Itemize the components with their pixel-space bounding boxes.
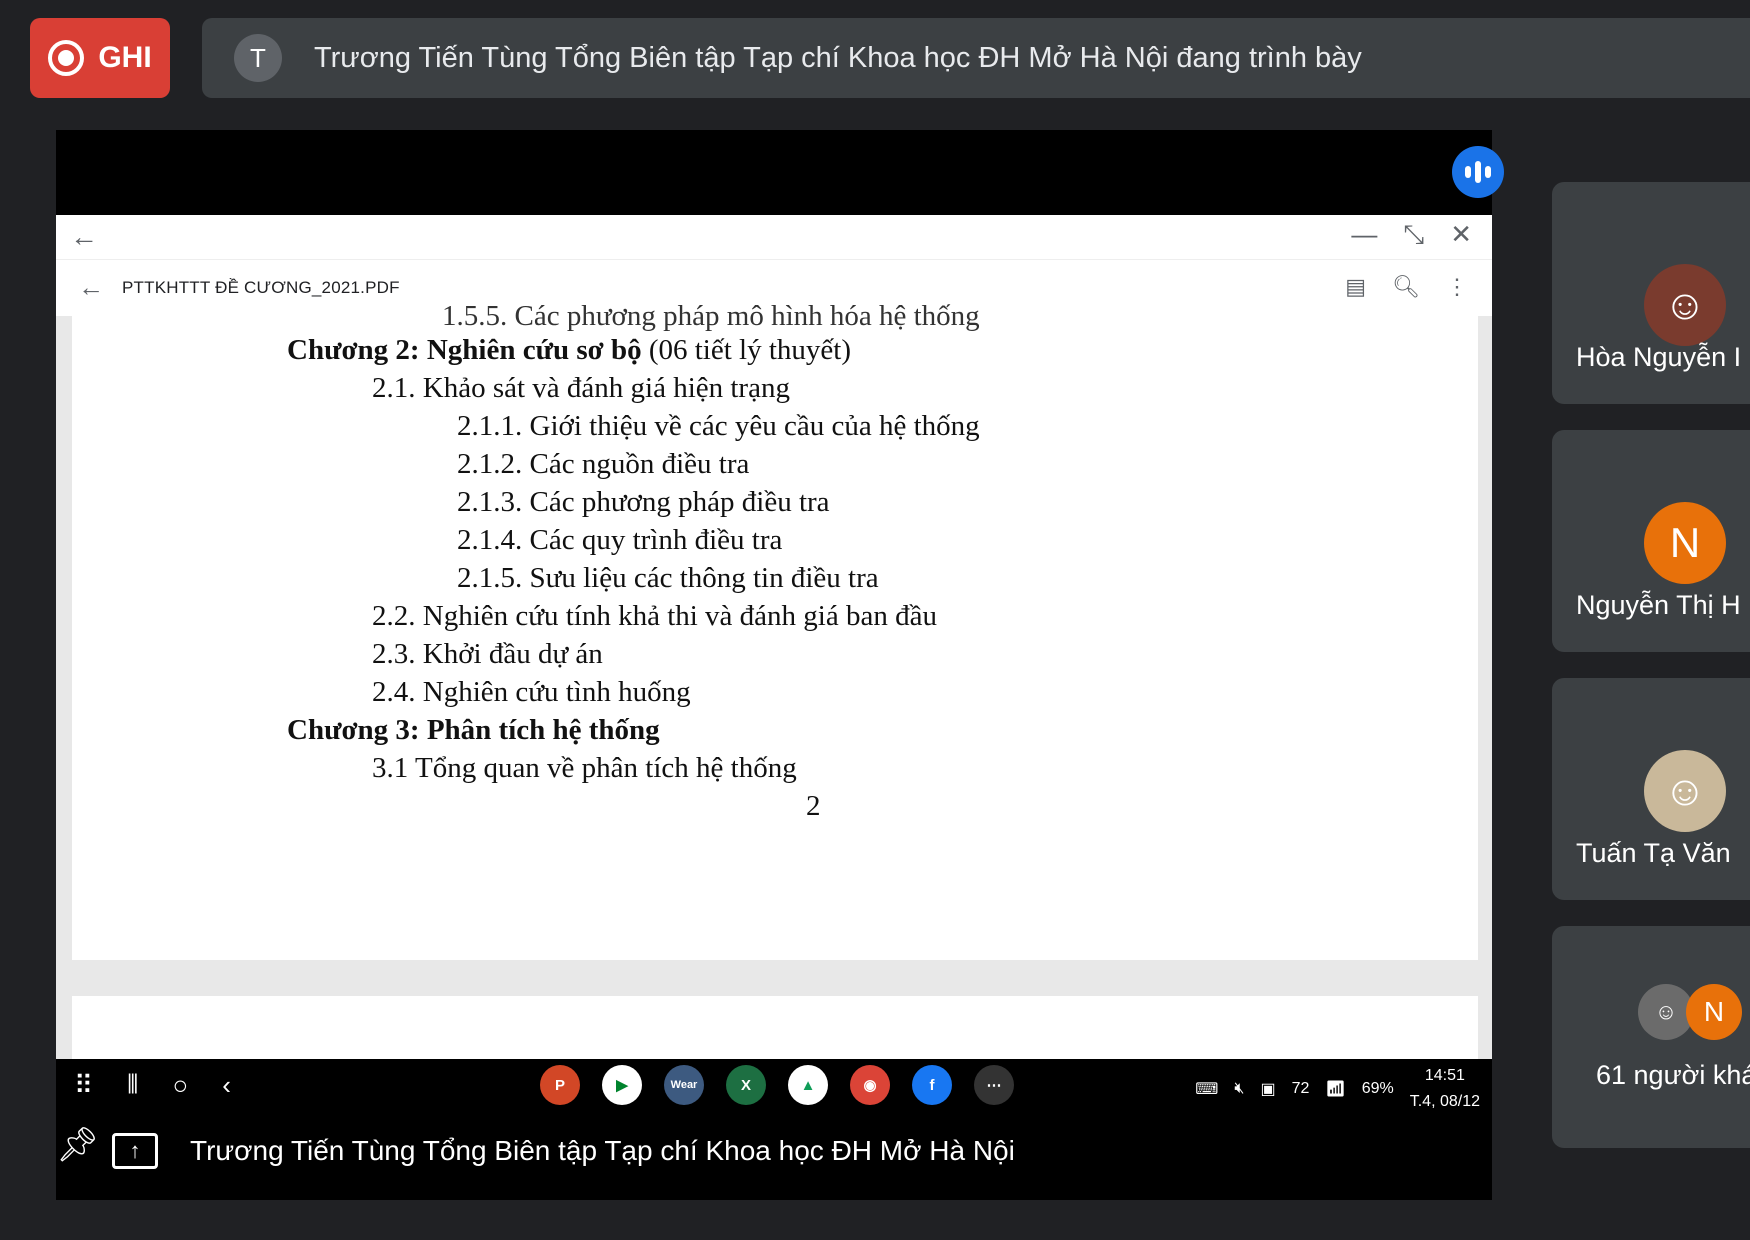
- pdf-page: 1.5.5. Các phương pháp mô hình hóa hệ th…: [72, 300, 1478, 960]
- window-back-icon[interactable]: ←: [70, 221, 98, 253]
- more-participants-label: 61 người khá: [1596, 1060, 1750, 1090]
- avatar: N: [1644, 502, 1726, 584]
- doc-line: 2.4. Nghiên cứu tình huống: [372, 676, 691, 708]
- pin-icon[interactable]: 📌︎: [56, 1125, 99, 1165]
- doc-chapter-2: Chương 2: Nghiên cứu sơ bộ (06 tiết lý t…: [287, 334, 851, 367]
- doc-line: 2.1. Khảo sát và đánh giá hiện trạng: [372, 372, 790, 404]
- doc-chapter-3: Chương 3: Phân tích hệ thống: [287, 714, 660, 746]
- excel-icon[interactable]: X: [726, 1065, 766, 1105]
- doc-chapter-2-title: Chương 2: Nghiên cứu sơ bộ: [287, 334, 642, 366]
- audio-indicator-icon: [1452, 146, 1504, 198]
- facebook-icon[interactable]: f: [912, 1065, 952, 1105]
- mute-icon: 🔇︎: [1234, 1080, 1245, 1097]
- pdf-filename: PTTKHTTT ĐỀ CƯƠNG_2021.PDF: [122, 278, 400, 297]
- avatar: ☺: [1644, 264, 1726, 346]
- presenter-caption-bar: 📌︎ ↑ Trương Tiến Tùng Tổng Biên tập Tạp …: [56, 1113, 1492, 1200]
- pdf-next-page: [72, 996, 1478, 1059]
- app-drawer-icon[interactable]: ⠿: [74, 1070, 93, 1101]
- record-button[interactable]: GHI: [30, 18, 170, 98]
- pdf-viewer-window: ← — ⤡ ✕ ← PTTKHTTT ĐỀ CƯƠNG_2021.PDF ▤ 🔍…: [56, 215, 1492, 1059]
- record-label: GHI: [98, 41, 152, 74]
- minimize-icon[interactable]: —: [1351, 219, 1377, 251]
- search-doc-icon[interactable]: 🔍︎: [1392, 274, 1420, 300]
- comment-icon[interactable]: ▤: [1345, 274, 1366, 300]
- avatar: ☺: [1644, 750, 1726, 832]
- notification-count: 72: [1291, 1080, 1310, 1097]
- share-screen-icon[interactable]: ↑: [112, 1133, 158, 1169]
- page-number: 2: [806, 790, 821, 822]
- record-icon: [48, 40, 85, 76]
- clock: 14:51 T.4, 08/12: [1410, 1063, 1480, 1115]
- participant-name: Hòa Nguyễn I: [1576, 342, 1742, 372]
- presenter-text: Trương Tiến Tùng Tổng Biên tập Tạp chí K…: [314, 41, 1362, 74]
- nav-back-icon[interactable]: ‹: [222, 1070, 231, 1101]
- presenter-banner: T Trương Tiến Tùng Tổng Biên tập Tạp chí…: [202, 18, 1750, 98]
- doc-line: 3.1 Tổng quan về phân tích hệ thống: [372, 752, 797, 784]
- signal-icon: 📶︎: [1325, 1081, 1346, 1098]
- doc-line: 2.1.2. Các nguồn điều tra: [457, 448, 750, 480]
- keyboard-icon: ⌨: [1195, 1081, 1219, 1098]
- app-dock: P ▶ Wear X ▲ ◉ f ⋯: [540, 1065, 1014, 1105]
- window-titlebar: ← — ⤡ ✕: [56, 215, 1492, 260]
- battery-level: 69%: [1361, 1080, 1394, 1097]
- clock-date: T.4, 08/12: [1409, 1093, 1480, 1110]
- device-taskbar: ⠿ ⦀ ○ ‹ P ▶ Wear X ▲ ◉ f ⋯ ⌨ 🔇︎ ▣ 72 📶︎ …: [56, 1059, 1492, 1113]
- meet-icon[interactable]: ▶: [602, 1065, 642, 1105]
- screen-capture-icon: ▣: [1260, 1081, 1276, 1098]
- chrome-icon[interactable]: ◉: [850, 1065, 890, 1105]
- doc-line: 2.1.3. Các phương pháp điều tra: [457, 486, 830, 518]
- home-icon[interactable]: ○: [173, 1070, 189, 1101]
- participant-tile[interactable]: ☺ Tuấn Tạ Văn: [1552, 678, 1750, 900]
- participant-tile-more[interactable]: ☺ N 61 người khá: [1552, 926, 1750, 1148]
- doc-line: 2.1.5. Sưu liệu các thông tin điều tra: [457, 562, 879, 594]
- participant-tile[interactable]: ☺ Hòa Nguyễn I: [1552, 182, 1750, 404]
- close-icon[interactable]: ✕: [1450, 219, 1472, 251]
- doc-line: 2.1.1. Giới thiệu về các yêu cầu của hệ …: [457, 410, 980, 442]
- participant-name: Tuấn Tạ Văn: [1576, 838, 1731, 868]
- doc-line: 2.1.4. Các quy trình điều tra: [457, 524, 783, 556]
- status-area: ⌨ 🔇︎ ▣ 72 📶︎ 69% 14:51 T.4, 08/12: [1195, 1063, 1480, 1115]
- avatar: N: [1686, 984, 1742, 1040]
- recents-icon[interactable]: ⦀: [127, 1069, 138, 1101]
- caption-text: Trương Tiến Tùng Tổng Biên tập Tạp chí K…: [190, 1135, 1015, 1166]
- presenter-avatar: T: [234, 34, 282, 82]
- more-options-icon[interactable]: ⋮: [1446, 274, 1468, 300]
- pdf-content-area[interactable]: 1.5.5. Các phương pháp mô hình hóa hệ th…: [56, 300, 1492, 1059]
- wear-icon[interactable]: Wear: [664, 1065, 704, 1105]
- clock-time: 14:51: [1424, 1067, 1465, 1084]
- doc-line: 2.3. Khởi đầu dự án: [372, 638, 603, 670]
- restore-icon[interactable]: ⤡: [1403, 219, 1424, 251]
- participant-name: Nguyễn Thị H: [1576, 590, 1741, 620]
- more-apps-icon[interactable]: ⋯: [974, 1065, 1014, 1105]
- doc-chapter-2-rest: (06 tiết lý thuyết): [641, 334, 851, 366]
- doc-line: 2.2. Nghiên cứu tính khả thi và đánh giá…: [372, 600, 937, 632]
- drive-icon[interactable]: ▲: [788, 1065, 828, 1105]
- participant-tile[interactable]: N Nguyễn Thị H: [1552, 430, 1750, 652]
- powerpoint-icon[interactable]: P: [540, 1065, 580, 1105]
- doc-line-cut: 1.5.5. Các phương pháp mô hình hóa hệ th…: [442, 300, 980, 332]
- pdf-back-icon[interactable]: ←: [78, 272, 104, 303]
